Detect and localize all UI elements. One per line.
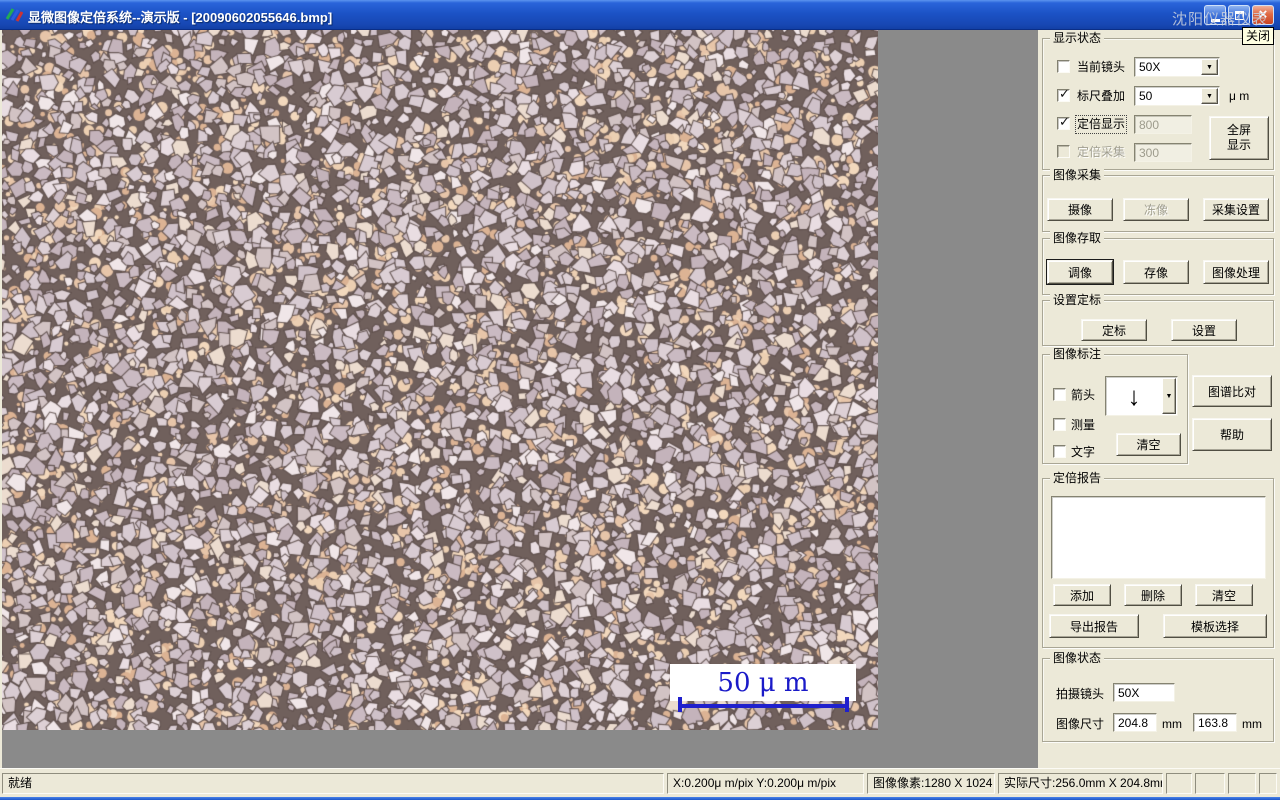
group-title: 图像存取 xyxy=(1050,231,1105,246)
label-height-unit: mm xyxy=(1242,717,1262,731)
scalebar-tick-right xyxy=(845,697,849,712)
dropdown-icon[interactable]: ▼ xyxy=(1162,378,1176,414)
label-scale-unit: μ m xyxy=(1229,89,1250,103)
scalebar-tick-left xyxy=(678,697,682,712)
statusbar-panel-empty-2 xyxy=(1195,773,1225,794)
help-button[interactable]: 帮助 xyxy=(1192,418,1272,451)
minimize-button[interactable] xyxy=(1204,5,1226,25)
checkbox-current-lens[interactable] xyxy=(1057,60,1070,73)
image-process-button[interactable]: 图像处理 xyxy=(1203,260,1269,284)
statusbar-panel-empty-4 xyxy=(1259,773,1277,794)
export-report-button[interactable]: 导出报告 xyxy=(1049,614,1139,638)
label-fixed-display: 定倍显示 xyxy=(1074,115,1128,134)
statusbar-actual-size: 实际尺寸:256.0mm X 204.8mm xyxy=(998,773,1163,794)
check-icon: ✓ xyxy=(1059,114,1070,129)
camera-button[interactable]: 摄像 xyxy=(1047,198,1113,221)
dropdown-icon[interactable]: ▼ xyxy=(1201,59,1218,75)
calibrate-button[interactable]: 定标 xyxy=(1081,319,1147,341)
app-icon xyxy=(5,8,23,22)
group-title: 设置定标 xyxy=(1050,293,1105,308)
combo-scale-value[interactable]: 50 ▼ xyxy=(1134,86,1220,106)
marker-arrow-icon: ↓ xyxy=(1127,380,1141,411)
combo-current-lens[interactable]: 50X ▼ xyxy=(1134,57,1220,77)
fullscreen-button[interactable]: 全屏 显示 xyxy=(1209,116,1269,160)
status-bar: 就绪 X:0.200μ m/pix Y:0.200μ m/pix 图像像素:12… xyxy=(0,768,1280,797)
checkbox-measure[interactable] xyxy=(1053,418,1066,431)
group-report: 定倍报告 添加 删除 清空 导出报告 模板选择 xyxy=(1042,471,1274,648)
template-select-button[interactable]: 模板选择 xyxy=(1163,614,1267,638)
group-title: 图像标注 xyxy=(1050,347,1105,362)
window-title: 显微图像定倍系统--演示版 - [20090602055646.bmp] xyxy=(28,10,333,25)
edit-image-width[interactable]: 204.8 xyxy=(1113,713,1157,732)
edit-fixed-capture: 300 xyxy=(1134,143,1192,162)
label-scale-overlay: 标尺叠加 xyxy=(1077,89,1126,103)
label-shoot-lens: 拍摄镜头 xyxy=(1056,687,1105,701)
report-delete-button[interactable]: 删除 xyxy=(1124,584,1182,606)
group-image-status: 图像状态 拍摄镜头 50X 图像尺寸 204.8 mm 163.8 mm xyxy=(1042,651,1274,742)
statusbar-image-pixels: 图像像素:1280 X 1024 xyxy=(867,773,995,794)
close-icon: × xyxy=(1258,6,1268,23)
atlas-compare-button[interactable]: 图谱比对 xyxy=(1192,375,1272,407)
label-measure: 测量 xyxy=(1071,418,1096,432)
minimize-icon xyxy=(1210,18,1220,22)
group-image-capture: 图像采集 摄像 冻像 采集设置 xyxy=(1042,168,1274,232)
dropdown-icon[interactable]: ▼ xyxy=(1201,88,1218,104)
label-text: 文字 xyxy=(1071,445,1096,459)
edit-shoot-lens[interactable]: 50X xyxy=(1113,683,1175,702)
fullscreen-label-1: 全屏 xyxy=(1226,123,1251,137)
group-image-storage: 图像存取 调像 存像 图像处理 xyxy=(1042,231,1274,295)
checkbox-arrow[interactable] xyxy=(1053,388,1066,401)
group-title: 显示状态 xyxy=(1050,31,1105,46)
label-width-unit: mm xyxy=(1162,717,1182,731)
fullscreen-label-2: 显示 xyxy=(1226,138,1251,152)
freeze-button: 冻像 xyxy=(1123,198,1189,221)
group-title: 定倍报告 xyxy=(1050,471,1105,486)
check-icon: ✓ xyxy=(1059,86,1070,101)
clear-annotations-button[interactable]: 清空 xyxy=(1116,433,1181,456)
scalebar-label-box: 50 μ m xyxy=(670,664,856,701)
label-arrow: 箭头 xyxy=(1071,388,1096,402)
caption-buttons: × xyxy=(1204,5,1274,25)
group-annotation: 图像标注 箭头 测量 文字 ↓ ▼ 清空 xyxy=(1042,347,1188,464)
checkbox-fixed-display[interactable]: ✓ xyxy=(1057,114,1070,130)
edit-fixed-display: 800 xyxy=(1134,115,1192,134)
capture-settings-button[interactable]: 采集设置 xyxy=(1203,198,1269,221)
group-display-status: 显示状态 当前镜头 50X ▼ ✓ 标尺叠加 50 ▼ μ m ✓ 定倍显示 8… xyxy=(1042,31,1274,170)
save-image-button[interactable]: 存像 xyxy=(1123,260,1189,284)
label-current-lens: 当前镜头 xyxy=(1077,60,1126,74)
load-image-button[interactable]: 调像 xyxy=(1046,259,1114,285)
scalebar-text: 50 μ m xyxy=(717,667,809,698)
statusbar-panel-empty-3 xyxy=(1228,773,1256,794)
statusbar-panel-empty-1 xyxy=(1166,773,1192,794)
group-title: 图像采集 xyxy=(1050,168,1105,183)
label-fixed-capture: 定倍采集 xyxy=(1077,145,1126,159)
client-area: 50 μ m 显示状态 当前镜头 50X ▼ ✓ 标尺叠加 50 ▼ μ m ✓… xyxy=(0,30,1280,768)
report-add-button[interactable]: 添加 xyxy=(1053,584,1111,606)
restore-button[interactable] xyxy=(1228,5,1250,25)
close-tooltip: 关闭 xyxy=(1242,27,1275,45)
micrograph-image xyxy=(2,30,878,730)
restore-icon xyxy=(1234,10,1244,20)
marker-style-combo[interactable]: ↓ ▼ xyxy=(1105,376,1178,416)
title-bar[interactable]: 显微图像定倍系统--演示版 - [20090602055646.bmp] × 沈… xyxy=(0,0,1280,30)
scalebar-line xyxy=(678,704,849,708)
checkbox-scale-overlay[interactable]: ✓ xyxy=(1057,86,1070,102)
group-calibration: 设置定标 定标 设置 xyxy=(1042,293,1274,346)
control-panel: 显示状态 当前镜头 50X ▼ ✓ 标尺叠加 50 ▼ μ m ✓ 定倍显示 8… xyxy=(1038,30,1278,768)
combo-scale-value-text: 50 xyxy=(1139,89,1153,103)
combo-current-lens-value: 50X xyxy=(1139,60,1161,74)
edit-image-height[interactable]: 163.8 xyxy=(1193,713,1237,732)
group-title: 图像状态 xyxy=(1050,651,1105,666)
report-listbox[interactable] xyxy=(1051,496,1266,579)
statusbar-ready: 就绪 xyxy=(2,773,664,794)
calib-settings-button[interactable]: 设置 xyxy=(1171,319,1237,341)
close-button[interactable]: × xyxy=(1252,5,1274,25)
label-image-size: 图像尺寸 xyxy=(1056,717,1105,731)
statusbar-xy-scale: X:0.200μ m/pix Y:0.200μ m/pix xyxy=(667,773,864,794)
app-window: { "window": { "title": "显微图像定倍系统--演示版 - … xyxy=(0,0,1280,800)
report-clear-button[interactable]: 清空 xyxy=(1195,584,1253,606)
checkbox-fixed-capture xyxy=(1057,145,1070,158)
image-viewer: 50 μ m xyxy=(2,30,1038,768)
checkbox-text[interactable] xyxy=(1053,445,1066,458)
